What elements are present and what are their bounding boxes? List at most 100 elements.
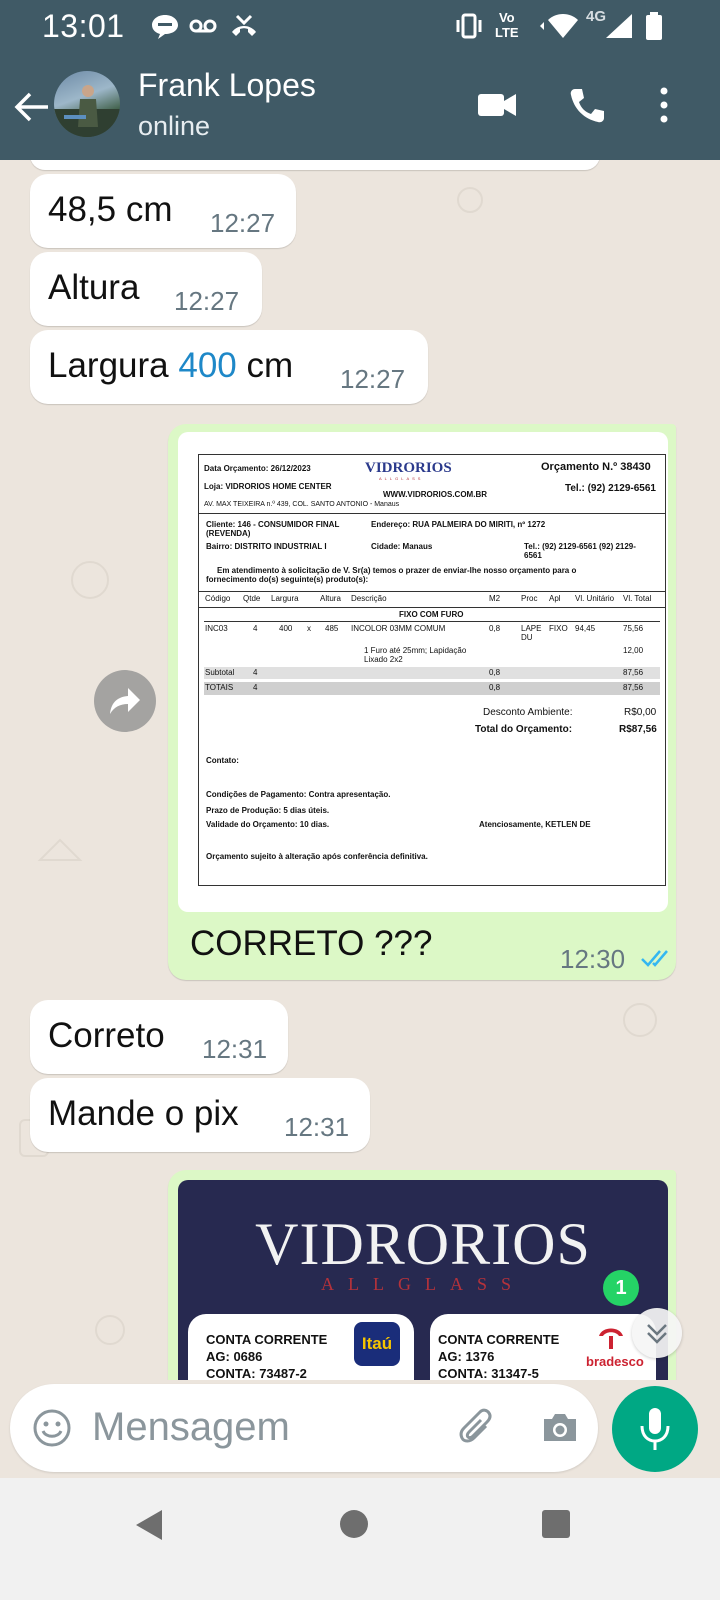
subtotal-total: 87,56 [623, 668, 644, 677]
message-bubble-clipped[interactable] [30, 160, 600, 170]
message-text: 48,5 cm [48, 190, 173, 229]
contact-name[interactable]: Frank Lopes [138, 67, 316, 104]
status-bar: 13:01 Vo LTE 4G [0, 0, 720, 52]
quote-store: Loja: VIDRORIOS HOME CENTER [204, 482, 332, 491]
item-desc: INCOLOR 03MM COMUM [351, 624, 446, 633]
itau-logo: Itaú [354, 1322, 400, 1366]
quote-district: Bairro: DISTRITO INDUSTRIAL I [206, 542, 327, 551]
col-unitario: Vl. Unitário [575, 594, 615, 603]
message-time: 12:27 [210, 208, 276, 238]
scroll-to-bottom-button[interactable] [632, 1308, 682, 1358]
quote-city: Cidade: Manaus [371, 542, 433, 551]
col-m2: M2 [489, 594, 501, 603]
message-text: Altura [48, 268, 140, 307]
quote-section: FIXO COM FURO [399, 610, 464, 619]
message-text-suffix: cm [246, 346, 294, 385]
avatar-photo [54, 85, 120, 137]
subtotal-m2: 0,8 [489, 668, 501, 677]
read-receipt-icon [641, 950, 668, 967]
system-navigation-bar [0, 1478, 720, 1600]
camera-icon[interactable] [538, 1406, 582, 1450]
quote-logo: VIDRORIOS [365, 460, 452, 476]
quote-client-address: Endereço: RUA PALMEIRA DO MIRITI, nº 127… [371, 520, 546, 529]
account-label: CONTA CORRENTE [438, 1332, 560, 1347]
totals-total: 87,56 [623, 683, 644, 692]
bank-card-subtitle: ALLGLASS [320, 1274, 525, 1294]
image-caption: CORRETO ??? [190, 924, 433, 963]
quote-disclaimer: Orçamento sujeito à alteração após confe… [206, 852, 428, 861]
quote-number: Orçamento N.º 38430 [541, 461, 651, 473]
contact-avatar[interactable] [54, 71, 120, 137]
col-proc: Proc [521, 594, 538, 603]
volte-indicator: Vo LTE [495, 10, 519, 40]
col-apl: Apl [549, 594, 561, 603]
divider [199, 607, 665, 608]
account-number: CONTA: 73487-2 [206, 1366, 307, 1380]
phone-icon[interactable] [566, 83, 606, 127]
wifi-icon [540, 14, 578, 38]
more-vert-icon[interactable] [652, 83, 676, 127]
top-bar: 13:01 Vo LTE 4G Frank Lopes online [0, 0, 720, 160]
nav-recents-icon[interactable] [540, 1508, 572, 1540]
video-call-icon[interactable] [476, 83, 518, 127]
bank-info-image[interactable]: VIDRORIOS ALLGLASS CONTA CORRENTE AG: 06… [178, 1180, 668, 1380]
forward-icon [110, 688, 140, 714]
account-card-bradesco: CONTA CORRENTE AG: 1376 CONTA: 31347-5 b… [430, 1314, 656, 1380]
message-input-bar[interactable]: Mensagem [10, 1384, 598, 1472]
bank-card-title: VIDRORIOS [255, 1211, 591, 1277]
message-bubble[interactable]: Largura 400 cm 12:27 [30, 330, 428, 404]
col-largura: Largura [271, 594, 299, 603]
quote-client-2: (REVENDA) [206, 529, 251, 538]
nav-back-icon[interactable] [132, 1508, 166, 1542]
chat-bubble-icon [152, 15, 178, 39]
back-arrow-icon[interactable] [12, 87, 52, 127]
col-altura: Altura [320, 594, 341, 603]
missed-call-icon [232, 14, 256, 36]
message-bubble[interactable]: Altura 12:27 [30, 252, 262, 326]
emoji-icon[interactable] [30, 1406, 74, 1450]
subtotal-row-bg [204, 667, 660, 679]
message-time: 12:30 [560, 944, 626, 974]
subtotal-label: Subtotal [205, 668, 235, 677]
quote-document-image[interactable]: Data Orçamento: 26/12/2023 VIDRORIOS ALL… [178, 432, 668, 912]
item-width: 400 [279, 624, 293, 633]
chat-header: Frank Lopes online [0, 55, 720, 160]
message-text: Mande o pix [48, 1094, 239, 1133]
message-bubble[interactable]: Mande o pix 12:31 [30, 1078, 370, 1152]
col-codigo: Código [205, 594, 231, 603]
message-text: Largura 400 cm [48, 346, 293, 386]
message-time: 12:31 [284, 1112, 350, 1142]
attach-icon[interactable] [456, 1406, 500, 1450]
message-bubble[interactable]: Correto 12:31 [30, 1000, 288, 1074]
chat-area[interactable]: 48,5 cm 12:27 Altura 12:27 Largura 400 c… [0, 160, 720, 1380]
col-descricao: Descrição [351, 594, 387, 603]
message-input[interactable]: Mensagem [92, 1405, 290, 1450]
discount-value: R$0,00 [624, 707, 657, 718]
subtotal-qty: 4 [253, 668, 258, 677]
quote-production: Prazo de Produção: 5 dias úteis. [206, 806, 330, 815]
bradesco-logo-mark [599, 1328, 623, 1349]
contact-status: online [138, 111, 211, 141]
item-x: x [307, 624, 311, 633]
item-apl: FIXO [549, 624, 568, 633]
voice-record-button[interactable] [612, 1386, 698, 1472]
message-text: Correto [48, 1016, 165, 1055]
account-number: CONTA: 31347-5 [438, 1366, 539, 1380]
divider [199, 591, 665, 592]
totals-m2: 0,8 [489, 683, 501, 692]
message-number-link[interactable]: 400 [178, 346, 236, 385]
divider [199, 513, 665, 514]
double-chevron-down-icon [647, 1324, 667, 1344]
message-bubble[interactable]: 48,5 cm 12:27 [30, 174, 296, 248]
volte-label: Vo [498, 10, 515, 25]
total-label: Total do Orçamento: [475, 724, 573, 735]
quote-document: Data Orçamento: 26/12/2023 VIDRORIOS ALL… [198, 454, 666, 886]
battery-icon [646, 12, 662, 40]
item-height: 485 [325, 624, 339, 633]
forward-button[interactable] [94, 670, 156, 732]
nav-home-icon[interactable] [338, 1508, 370, 1540]
vibrate-icon [456, 13, 482, 39]
quote-validity: Validade do Orçamento: 10 dias. [206, 820, 330, 829]
item-code: INC03 [205, 624, 228, 633]
quote-date: Data Orçamento: 26/12/2023 [204, 464, 311, 473]
